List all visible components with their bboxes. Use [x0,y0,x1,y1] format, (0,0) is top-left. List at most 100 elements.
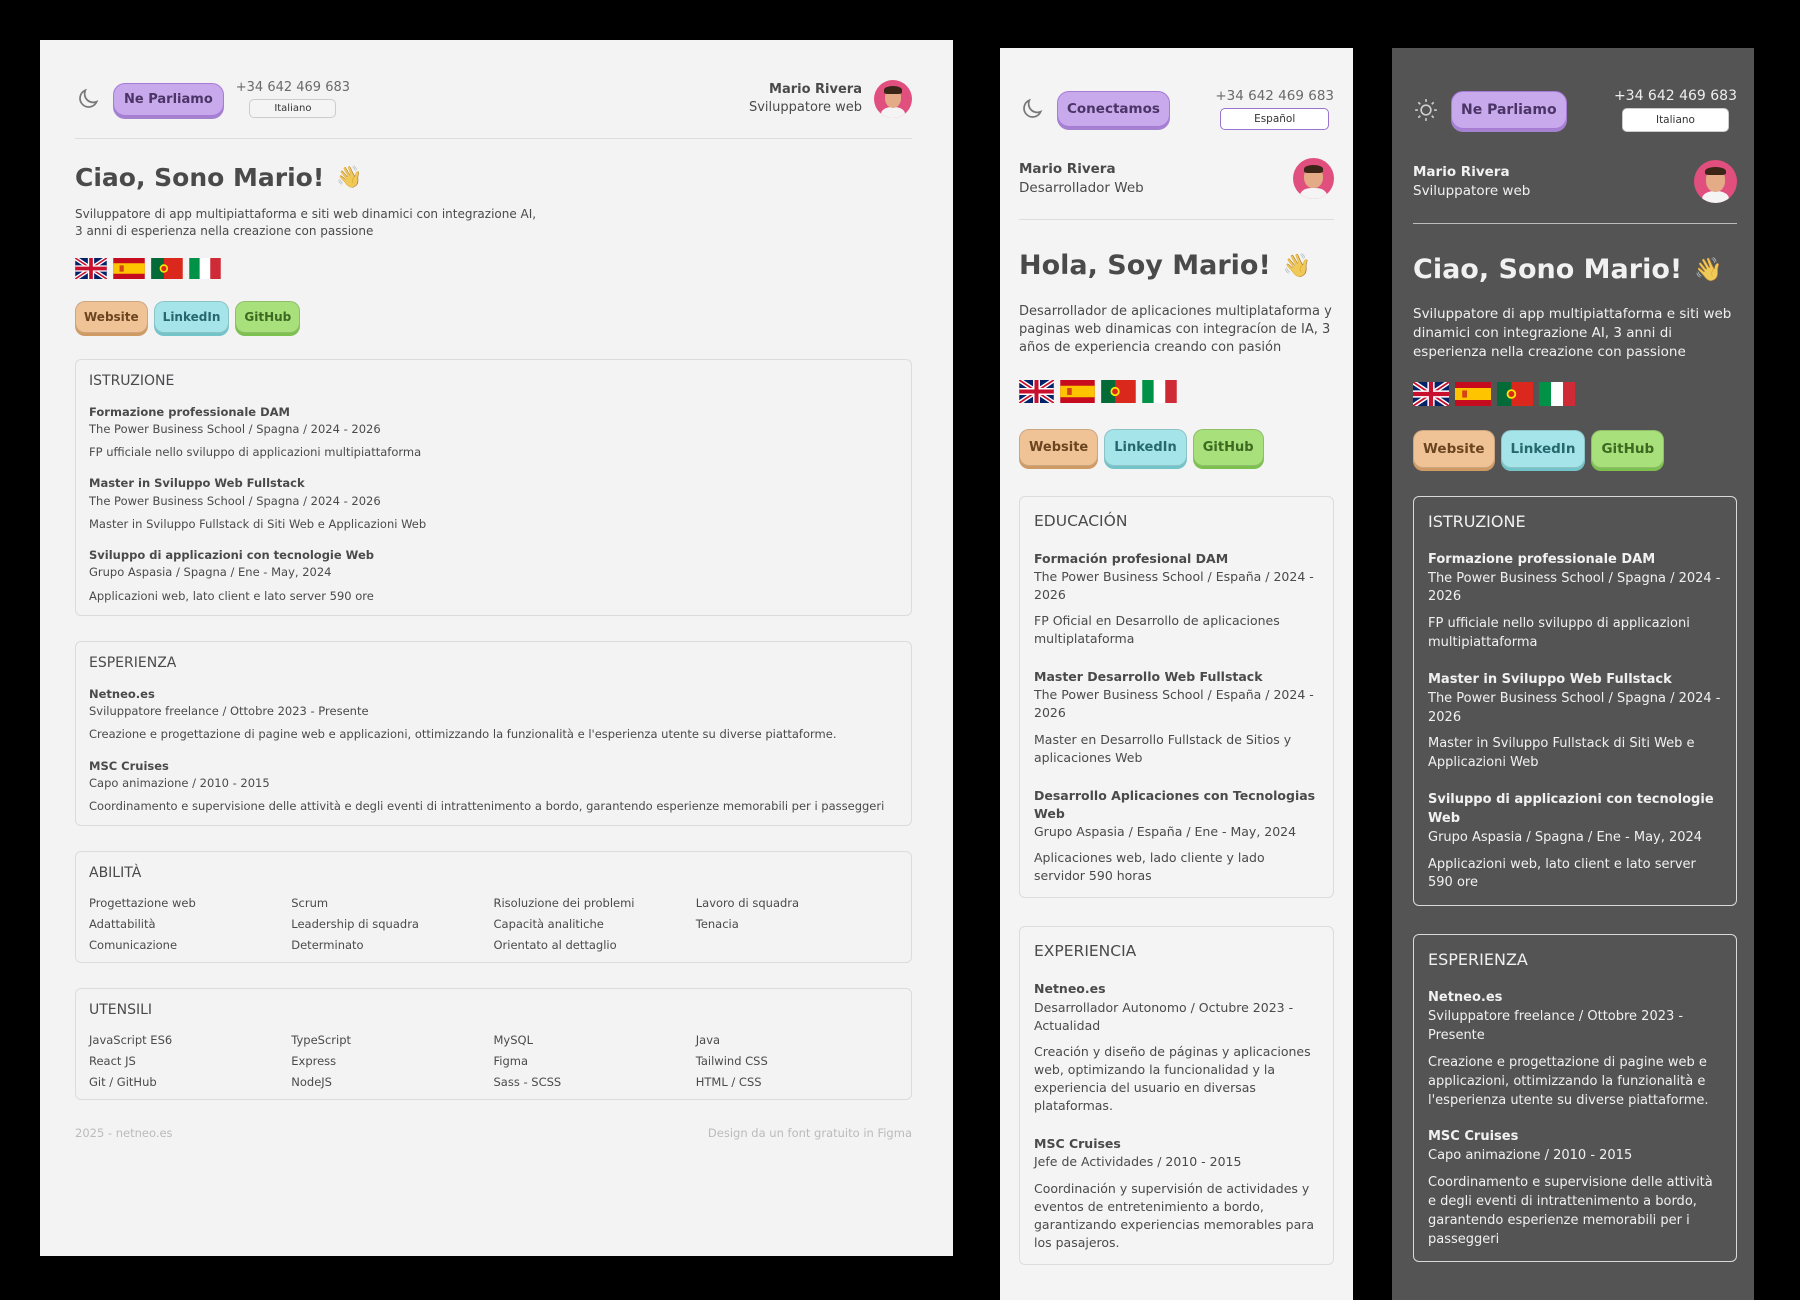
section-title: ABILITÀ [89,865,142,882]
tool-item: Git / GitHub [89,1075,157,1090]
language-flags [1411,379,1737,410]
waving-hand-icon: 👋 [336,165,363,190]
skills-section: ABILITÀ Progettazione web Scrum Risoluzi… [75,851,912,964]
profile-role: Sviluppatore web [1413,182,1531,199]
education-section: EDUCACIÓN Formación profesional DAM The P… [1019,495,1334,899]
skill-item: Orientato al dettaglio [493,938,617,953]
language-select[interactable]: Italiano [249,99,337,118]
contact-cta-button[interactable]: Ne Parliamo [113,82,224,116]
language-flags [74,255,912,283]
tool-item: HTML / CSS [695,1075,762,1090]
spain-flag-icon[interactable] [1060,379,1095,407]
footer-credit[interactable]: Design da un font gratuito in Figma [708,1126,912,1140]
profile-name: Mario Rivera [769,82,862,98]
skill-item: Risoluzione dei problemi [493,896,635,911]
tool-item: TypeScript [291,1033,352,1048]
tool-item: Java [695,1033,721,1048]
experience-entry: MSC Cruises Capo animazione / 2010 - 2015… [1428,1129,1713,1247]
sun-icon[interactable] [1413,97,1439,123]
section-title: EDUCACIÓN [1034,511,1128,530]
footer: 2025 - netneo.es Design da un font gratu… [75,1126,912,1140]
phone-number[interactable]: +34 642 469 683 [1614,88,1737,104]
social-links: Website LinkedIn GitHub [1413,429,1737,468]
skill-item: Tenacia [695,917,739,932]
website-button[interactable]: Website [1413,429,1495,468]
tools-section: UTENSILI JavaScript ES6 TypeScript MySQL… [75,988,912,1101]
header: Ne Parliamo +34 642 469 683 Italiano Mar… [75,80,912,118]
education-entry: Master in Sviluppo Web Fullstack The Powe… [1428,671,1721,771]
italy-flag-icon[interactable] [189,257,221,283]
phone-number[interactable]: +34 642 469 683 [236,80,350,95]
profile-name: Mario Rivera [1019,161,1116,178]
footer-copyright[interactable]: 2025 - netneo.es [75,1126,173,1140]
education-entry: Sviluppo di applicazioni con tecnologie … [89,548,374,603]
profile-role: Sviluppatore web [748,100,862,115]
education-section: ISTRUZIONE Formazione professionale DAM T… [1413,495,1737,907]
section-title: UTENSILI [89,1002,153,1019]
experience-section: ESPERIENZA Netneo.es Sviluppatore freelan… [1413,934,1737,1263]
website-button[interactable]: Website [75,300,148,333]
experience-section: EXPERIENCIA Netneo.es Desarrollador Auton… [1019,926,1334,1266]
tool-item: React JS [89,1054,136,1069]
italy-flag-icon[interactable] [1539,381,1575,410]
website-button[interactable]: Website [1019,428,1099,466]
moon-icon[interactable] [75,86,101,112]
greeting-text: Ciao, Sono Mario! [75,163,325,192]
avatar [1293,158,1334,199]
education-entry: Formazione professionale DAM The Power Bu… [89,404,422,460]
waving-hand-icon: 👋 [1694,257,1723,283]
education-entry: Formazione professionale DAM The Power Bu… [1428,551,1721,651]
education-entry: Desarrollo Aplicaciones con Tecnologias … [1034,787,1316,884]
experience-entry: Netneo.es Desarrollador Autonomo / Octubr… [1034,981,1311,1114]
phone-number[interactable]: +34 642 469 683 [1215,88,1334,104]
education-entry: Sviluppo di applicazioni con tecnologie … [1428,792,1714,891]
portugal-flag-icon[interactable] [1101,379,1136,407]
education-entry: Master Desarrollo Web Fullstack The Power… [1034,669,1314,765]
tool-item: NodeJS [291,1075,332,1090]
greeting-text: Hola, Soy Mario! [1019,250,1271,281]
contact-cta-button[interactable]: Ne Parliamo [1451,91,1567,129]
portugal-flag-icon[interactable] [1497,381,1533,410]
tool-item: MySQL [493,1033,534,1048]
linkedin-button[interactable]: LinkedIn [1104,428,1187,466]
uk-flag-icon[interactable] [1017,377,1056,407]
contact-cta-button[interactable]: Conectamos [1057,91,1170,127]
portugal-flag-icon[interactable] [151,257,183,283]
greeting-heading: Hola, Soy Mario! 👋 [1019,250,1334,281]
uk-flag-icon[interactable] [1411,379,1451,410]
moon-icon[interactable] [1019,96,1045,122]
section-title: ISTRUZIONE [89,372,175,389]
spain-flag-icon[interactable] [113,257,145,283]
language-select[interactable]: Español [1220,108,1330,130]
experience-section: ESPERIENZA Netneo.es Sviluppatore freelan… [75,640,912,827]
github-button[interactable]: GitHub [1591,429,1665,468]
tool-item: Express [291,1054,337,1069]
skill-item: Comunicazione [89,938,178,953]
profile-role: Desarrollador Web [1019,179,1144,196]
intro-text: Desarrollador de aplicaciones multiplata… [1019,304,1332,356]
github-button[interactable]: GitHub [235,300,301,333]
linkedin-button[interactable]: LinkedIn [1500,429,1586,468]
section-title: EXPERIENCIA [1034,942,1137,961]
skill-item: Determinato [291,938,364,953]
skill-item: Adattabilità [89,917,156,932]
spain-flag-icon[interactable] [1455,381,1491,410]
experience-entry: MSC Cruises Capo animazione / 2010 - 2015… [89,758,885,814]
skill-item: Scrum [291,896,329,911]
education-entry: Formación profesional DAM The Power Busin… [1034,550,1314,647]
tool-item: Sass - SCSS [493,1075,562,1090]
section-title: ESPERIENZA [1428,950,1528,970]
uk-flag-icon[interactable] [74,255,108,283]
language-select[interactable]: Italiano [1621,108,1729,132]
italy-flag-icon[interactable] [1142,379,1177,407]
mobile-light-preview: Conectamos +34 642 469 683 Español Mario… [1000,48,1353,1300]
avatar [1694,160,1737,203]
header: Conectamos +34 642 469 683 Español [1019,88,1334,130]
header: Ne Parliamo +34 642 469 683 Italiano [1413,88,1737,132]
social-links: Website LinkedIn GitHub [75,300,912,333]
profile-name: Mario Rivera [1413,164,1510,181]
linkedin-button[interactable]: LinkedIn [153,300,230,333]
education-entry: Master in Sviluppo Web Fullstack The Powe… [89,476,427,531]
github-button[interactable]: GitHub [1192,428,1264,466]
section-title: ESPERIENZA [89,654,177,671]
